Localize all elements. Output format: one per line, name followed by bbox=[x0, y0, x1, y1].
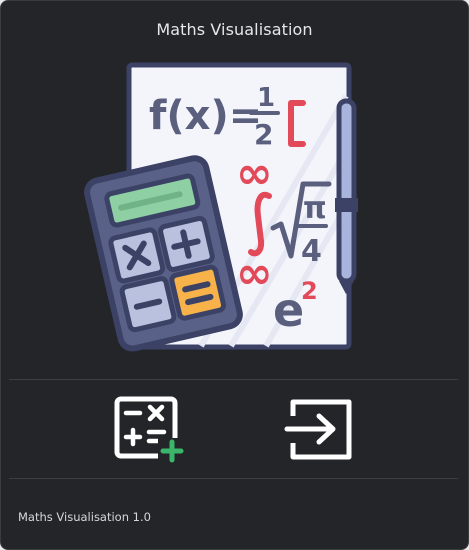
svg-text:4: 4 bbox=[301, 234, 322, 269]
version-label: Maths Visualisation 1.0 bbox=[18, 510, 151, 524]
bottom-divider bbox=[9, 478, 458, 479]
exit-icon bbox=[284, 399, 352, 460]
top-divider bbox=[9, 379, 458, 380]
new-calculation-button[interactable] bbox=[112, 394, 188, 464]
window-title: Maths Visualisation bbox=[156, 20, 313, 39]
svg-text:π: π bbox=[303, 191, 327, 226]
svg-text:e: e bbox=[273, 283, 304, 337]
svg-text:∞: ∞ bbox=[236, 148, 273, 199]
svg-text:2: 2 bbox=[301, 277, 318, 305]
svg-text:f(x)=: f(x)= bbox=[149, 93, 262, 139]
app-window: Maths Visualisation f(x)= 1 2 ∞ ∞ π 4 e … bbox=[0, 0, 469, 550]
exit-button[interactable] bbox=[283, 394, 359, 464]
svg-text:1: 1 bbox=[257, 83, 275, 113]
svg-text:2: 2 bbox=[254, 118, 273, 151]
maths-illustration-icon: f(x)= 1 2 ∞ ∞ π 4 e 2 bbox=[84, 62, 358, 352]
new-calculation-icon bbox=[114, 396, 184, 463]
